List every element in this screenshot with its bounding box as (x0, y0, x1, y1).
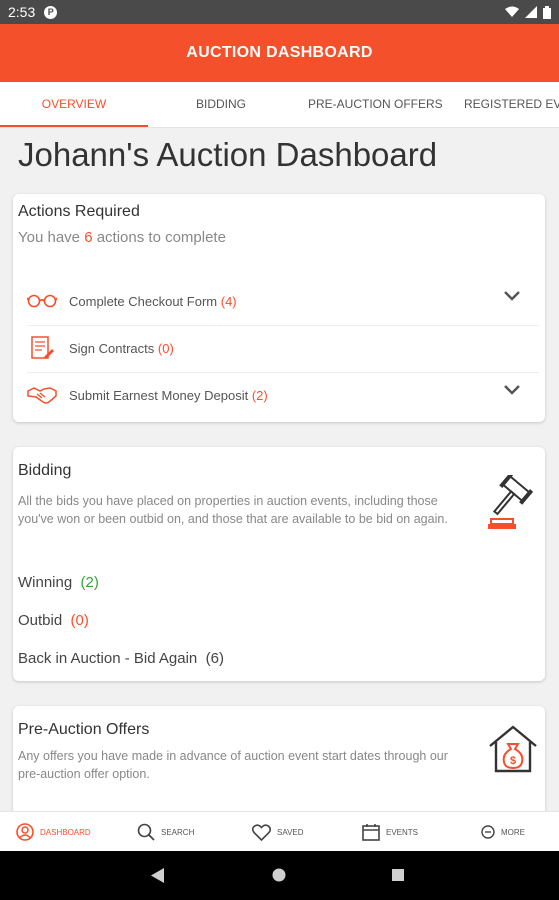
wifi-icon (505, 6, 519, 17)
notification-app-icon: P (44, 5, 58, 19)
glasses-icon (27, 288, 57, 314)
tab-bar: OVERVIEW BIDDING PRE-AUCTION OFFERS REGI… (0, 82, 559, 128)
app-title: AUCTION DASHBOARD (186, 44, 373, 61)
actions-title: Actions Required (18, 203, 140, 220)
handshake-icon (27, 382, 57, 408)
user-circle-icon (16, 823, 34, 841)
nav-events[interactable]: EVENTS (362, 812, 418, 852)
chevron-down-icon[interactable] (503, 384, 521, 396)
search-icon (137, 823, 155, 841)
nav-more[interactable]: MORE (481, 812, 525, 852)
action-count: (0) (157, 340, 174, 356)
actions-count: 6 (84, 229, 93, 246)
outbid-count: (0) (70, 612, 89, 629)
pre-auction-description: Any offers you have made in advance of a… (18, 749, 448, 781)
app-bar: AUCTION DASHBOARD (0, 24, 559, 82)
action-label: Sign Contracts (69, 340, 155, 356)
money-house-icon: $ (487, 724, 539, 779)
gavel-icon (487, 472, 539, 536)
status-time: 2:53 (8, 4, 36, 20)
bidding-description: All the bids you have placed on properti… (18, 494, 448, 526)
action-label: Submit Earnest Money Deposit (69, 387, 249, 403)
contract-icon (27, 335, 57, 361)
bidding-title: Bidding (18, 462, 72, 479)
overview-icon[interactable] (392, 869, 404, 881)
dashboard-content[interactable]: Johann's Auction Dashboard Actions Requi… (0, 128, 559, 811)
stat-outbid[interactable]: Outbid (0) (18, 612, 89, 629)
winning-count: (2) (80, 574, 99, 591)
tab-bidding[interactable]: BIDDING (196, 82, 246, 127)
battery-icon (543, 5, 551, 19)
action-label: Complete Checkout Form (69, 293, 218, 309)
tab-pre-auction-offers[interactable]: PRE-AUCTION OFFERS (308, 82, 443, 127)
status-bar: 2:53 P (0, 0, 559, 24)
pre-auction-title: Pre-Auction Offers (18, 721, 150, 738)
stat-winning[interactable]: Winning (2) (18, 574, 99, 591)
pre-auction-offers-card[interactable]: Pre-Auction Offers Any offers you have m… (13, 706, 545, 811)
actions-summary: You have 6 actions to complete (18, 229, 226, 246)
actions-required-card: Actions Required You have 6 actions to c… (13, 194, 545, 422)
nav-dashboard[interactable]: DASHBOARD (16, 812, 91, 852)
svg-text:$: $ (510, 755, 516, 767)
action-complete-checkout-form[interactable]: Complete Checkout Form (4) (13, 278, 545, 324)
back-icon[interactable] (151, 868, 165, 883)
stat-back-in-auction[interactable]: Back in Auction - Bid Again (6) (18, 650, 224, 667)
bottom-nav: DASHBOARD SEARCH SAVED EVENTS MORE (0, 811, 559, 851)
system-navigation-bar (0, 851, 559, 900)
chevron-down-icon[interactable] (503, 290, 521, 302)
action-count: (2) (251, 387, 268, 403)
action-submit-earnest-money-deposit[interactable]: Submit Earnest Money Deposit (2) (13, 372, 545, 418)
page-title: Johann's Auction Dashboard (18, 136, 438, 173)
bidding-card[interactable]: Bidding All the bids you have placed on … (13, 447, 545, 681)
nav-search[interactable]: SEARCH (137, 812, 194, 852)
home-icon[interactable] (272, 868, 286, 882)
action-count: (4) (220, 293, 237, 309)
action-sign-contracts[interactable]: Sign Contracts (0) (13, 325, 545, 371)
more-icon (481, 825, 495, 839)
tab-overview[interactable]: OVERVIEW (0, 82, 148, 127)
tab-registered-events[interactable]: REGISTERED EV (464, 82, 559, 127)
back-in-auction-count: (6) (205, 650, 224, 667)
calendar-icon (362, 824, 380, 841)
signal-icon (525, 6, 537, 18)
heart-icon (252, 823, 271, 841)
nav-saved[interactable]: SAVED (252, 812, 304, 852)
